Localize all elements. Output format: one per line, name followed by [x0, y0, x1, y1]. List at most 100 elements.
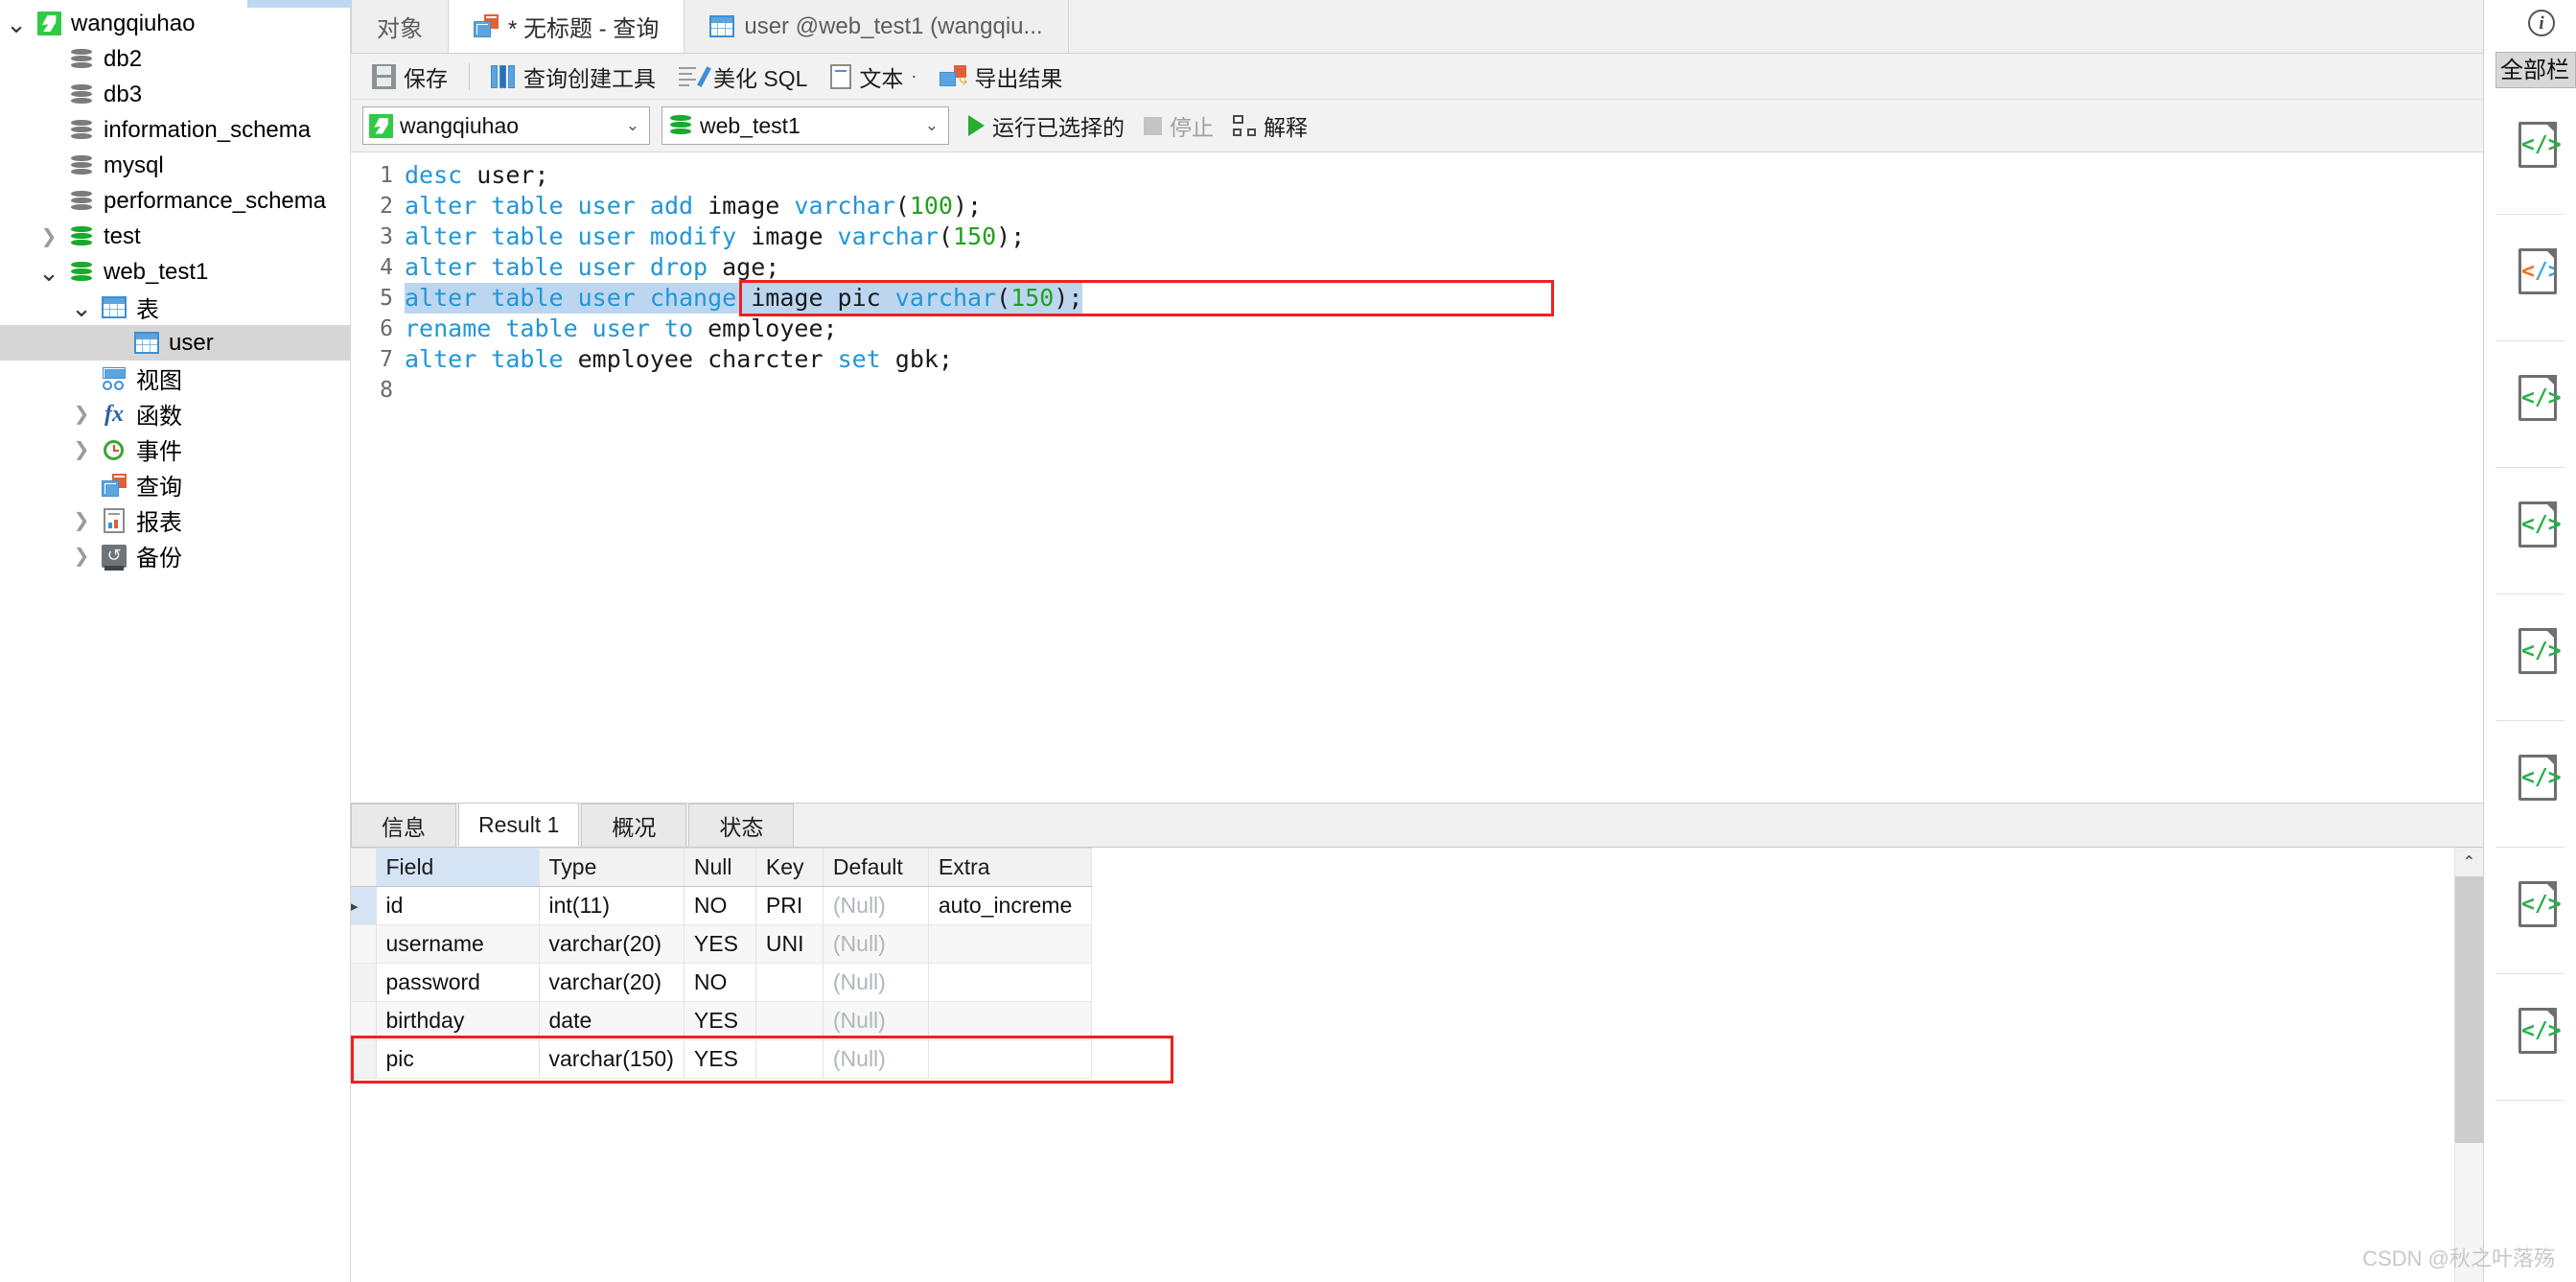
cell-extra[interactable]: auto_increme [928, 886, 1092, 925]
row-marker[interactable] [351, 963, 377, 1002]
code-line-2[interactable]: 2 alter table user add image varchar(100)… [351, 191, 2483, 221]
result-tab-3[interactable]: 状态 [688, 804, 795, 847]
cell-null[interactable]: YES [684, 1001, 756, 1040]
code-text[interactable]: alter table user change image pic varcha… [405, 283, 1083, 314]
query-toolbar[interactable]: 保存 查询创建工具 美化 SQL 文本 · ⤷ 导出结果 [351, 54, 2483, 100]
expand-chevron-icon[interactable]: ❯ [33, 227, 65, 246]
export-result-button[interactable]: ⤷ 导出结果 [930, 58, 1072, 96]
cell-field[interactable]: id [376, 886, 540, 925]
cell-default[interactable]: (Null) [823, 924, 929, 964]
column-header-extra[interactable]: Extra [928, 848, 1092, 887]
tree-item-视图[interactable]: 视图 [0, 361, 350, 396]
tree-item-performance_schema[interactable]: performance_schema [0, 183, 350, 219]
result-vertical-scrollbar[interactable]: ⌃ [2454, 848, 2483, 1282]
tree-item-db2[interactable]: db2 [0, 41, 350, 77]
cell-null[interactable]: NO [684, 886, 756, 925]
code-line-1[interactable]: 1 desc user; [351, 160, 2483, 191]
cell-extra[interactable] [928, 1001, 1092, 1040]
explain-button[interactable]: 解释 [1233, 109, 1308, 142]
collapse-chevron-icon[interactable]: ⌄ [65, 295, 98, 320]
column-header-null[interactable]: Null [684, 848, 756, 887]
table-row[interactable]: username varchar(20) YES UNI (Null) [351, 924, 1092, 964]
cell-extra[interactable] [928, 924, 1092, 964]
text-view-button[interactable]: 文本 · [821, 58, 926, 96]
cell-key[interactable] [755, 1001, 824, 1040]
cell-key[interactable]: PRI [755, 886, 824, 925]
scroll-up-icon[interactable]: ⌃ [2455, 848, 2483, 876]
dock-file-3[interactable]: </> [2484, 468, 2576, 580]
beautify-sql-button[interactable]: 美化 SQL [669, 58, 817, 96]
table-row[interactable]: birthday date YES (Null) [351, 1001, 1092, 1040]
cell-key[interactable]: UNI [755, 924, 824, 964]
code-line-7[interactable]: 7 alter table employee charcter set gbk; [351, 344, 2483, 375]
dock-file-5[interactable]: </> [2484, 721, 2576, 833]
expand-chevron-icon[interactable]: ❯ [65, 547, 98, 566]
tree-item-查询[interactable]: 查询 [0, 467, 350, 502]
dock-file-7[interactable]: </> [2484, 974, 2576, 1086]
cell-default[interactable]: (Null) [823, 963, 929, 1002]
table-row[interactable]: ▸ id int(11) NO PRI (Null) auto_increme [351, 886, 1092, 925]
tree-item-事件[interactable]: ❯ 事件 [0, 431, 350, 467]
cell-type[interactable]: varchar(20) [539, 963, 685, 1002]
editor-tab-1[interactable]: * 无标题 - 查询 [449, 0, 685, 53]
tree-item-备份[interactable]: ❯ 备份 [0, 538, 350, 573]
scrollbar-thumb[interactable] [2455, 876, 2483, 1143]
right-dock-panel[interactable]: i 全部栏 </> </> </> </> </> </> </> </> [2483, 0, 2576, 1282]
text-view-caret[interactable]: · [911, 66, 917, 86]
code-line-6[interactable]: 6 rename table user to employee; [351, 314, 2483, 344]
dock-file-list[interactable]: </> </> </> </> </> </> </> </> [2484, 88, 2576, 1101]
cell-field[interactable]: birthday [376, 1001, 540, 1040]
code-text[interactable]: desc user; [405, 160, 549, 191]
info-button[interactable]: i [2484, 0, 2576, 46]
table-row[interactable]: pic varchar(150) YES (Null) [351, 1039, 1092, 1079]
dock-file-1[interactable]: </> [2484, 215, 2576, 327]
save-button[interactable]: 保存 [362, 58, 457, 96]
connection-select[interactable]: wangqiuhao ⌄ [362, 106, 650, 145]
column-header-key[interactable]: Key [755, 848, 824, 887]
expand-chevron-icon[interactable]: ❯ [65, 405, 98, 424]
code-text[interactable]: alter table user drop age; [405, 252, 779, 283]
cell-type[interactable]: varchar(20) [539, 924, 685, 964]
cell-default[interactable]: (Null) [823, 1039, 929, 1079]
tree-item-user[interactable]: user [0, 325, 350, 361]
cell-field[interactable]: pic [376, 1039, 540, 1079]
cell-null[interactable]: NO [684, 963, 756, 1002]
code-line-5[interactable]: 5 alter table user change image pic varch… [351, 283, 2483, 314]
run-selected-button[interactable]: 运行已选择的 [968, 109, 1125, 142]
code-line-3[interactable]: 3 alter table user modify image varchar(1… [351, 221, 2483, 252]
column-header-default[interactable]: Default [823, 848, 929, 887]
code-text[interactable]: alter table user modify image varchar(15… [405, 221, 1025, 252]
tree-item-web_test1[interactable]: ⌄ web_test1 [0, 254, 350, 290]
code-text[interactable]: alter table user add image varchar(100); [405, 191, 982, 221]
code-text[interactable]: rename table user to employee; [405, 314, 838, 344]
dock-file-4[interactable]: </> [2484, 594, 2576, 707]
cell-null[interactable]: YES [684, 924, 756, 964]
code-line-4[interactable]: 4 alter table user drop age; [351, 252, 2483, 283]
dock-file-0[interactable]: </> [2484, 88, 2576, 200]
tree-item-information_schema[interactable]: information_schema [0, 112, 350, 148]
table-row[interactable]: password varchar(20) NO (Null) [351, 963, 1092, 1002]
code-text[interactable]: alter table employee charcter set gbk; [405, 344, 953, 375]
column-header-type[interactable]: Type [539, 848, 685, 887]
collapse-chevron-icon[interactable]: ⌄ [0, 12, 33, 36]
tree-item-wangqiuhao[interactable]: ⌄ wangqiuhao [0, 6, 350, 41]
cell-key[interactable] [755, 963, 824, 1002]
cell-type[interactable]: varchar(150) [539, 1039, 685, 1079]
dock-file-2[interactable]: </> [2484, 341, 2576, 454]
tree-item-mysql[interactable]: mysql [0, 148, 350, 183]
dock-file-6[interactable]: </> [2484, 848, 2576, 960]
code-line-8[interactable]: 8 [351, 375, 2483, 406]
cell-extra[interactable] [928, 963, 1092, 1002]
row-marker[interactable] [351, 924, 377, 964]
editor-tab-0[interactable]: 对象 [351, 0, 449, 53]
expand-chevron-icon[interactable]: ❯ [65, 440, 98, 459]
connection-toolbar[interactable]: wangqiuhao ⌄ web_test1 ⌄ 运行已选择的 停止 解释 [351, 100, 2483, 152]
database-select[interactable]: web_test1 ⌄ [661, 106, 949, 145]
tree-item-报表[interactable]: ❯ 报表 [0, 502, 350, 538]
expand-chevron-icon[interactable]: ❯ [65, 511, 98, 530]
tree-item-test[interactable]: ❯ test [0, 219, 350, 254]
tree-item-db3[interactable]: db3 [0, 77, 350, 112]
result-tab-2[interactable]: 概况 [581, 804, 687, 847]
current-row-marker[interactable]: ▸ [351, 886, 377, 925]
stop-button[interactable]: 停止 [1144, 109, 1214, 142]
